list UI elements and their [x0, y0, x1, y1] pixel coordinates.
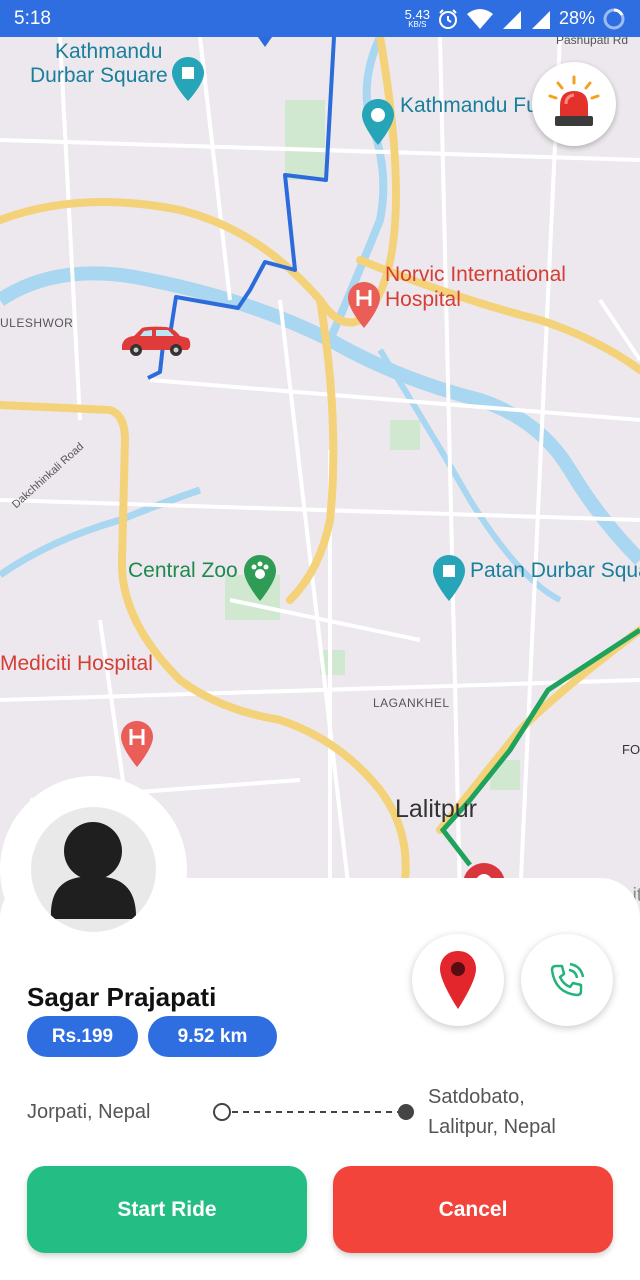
label-lagankhel: LAGANKHEL — [373, 696, 450, 710]
zoo-pin-icon — [244, 555, 276, 601]
label-norvic-2: Hospital — [385, 288, 461, 311]
battery-percent: 28% — [558, 8, 595, 28]
label-mediciti: Mediciti Hospital — [0, 652, 153, 675]
avatar-container — [0, 776, 187, 963]
driver-name: Sagar Prajapati — [27, 982, 217, 1012]
wifi-icon — [466, 8, 493, 29]
alarm-icon — [438, 8, 457, 29]
dropoff-line-1: Satdobato, — [428, 1086, 525, 1108]
cancel-button[interactable]: Cancel — [333, 1166, 613, 1253]
battery-icon — [603, 8, 625, 29]
label-kaleshwor: ULESHWOR — [0, 316, 74, 330]
route-indicator — [213, 1103, 414, 1121]
landmark-pin-icon-2 — [433, 555, 465, 601]
label-lalitpur: Lalitpur — [395, 795, 477, 823]
dropoff-line-2: Lalitpur, Nepal — [428, 1116, 556, 1138]
signal-icon-2 — [531, 10, 550, 29]
label-patan-durbar: Patan Durbar Squa — [470, 559, 640, 582]
label-kathmandu-durbar-2: Durbar Square — [30, 64, 168, 87]
fare-badge: Rs.199 — [27, 1016, 138, 1057]
location-pin-icon — [440, 951, 476, 1009]
label-norvic-1: Norvic International — [385, 263, 566, 286]
phone-call-icon — [550, 962, 585, 997]
avatar — [31, 807, 156, 932]
label-pashupati-rd: Pashupati Rd — [556, 37, 629, 47]
status-bar: 5:18 5.43 KB/S 28% — [0, 0, 640, 37]
location-button[interactable] — [412, 934, 504, 1026]
person-icon — [50, 822, 137, 919]
distance-badge: 9.52 km — [148, 1016, 277, 1057]
start-ride-button[interactable]: Start Ride — [27, 1166, 307, 1253]
label-kathmandu-durbar-1: Kathmandu — [55, 40, 163, 63]
dropoff-location: Satdobato, Lalitpur, Nepal — [428, 1082, 618, 1142]
hospital-pin-icon-2 — [121, 721, 153, 767]
siren-button[interactable] — [532, 62, 616, 146]
hospital-pin-icon — [348, 282, 380, 328]
pickup-location: Jorpati, Nepal — [27, 1101, 151, 1123]
network-speed: 5.43 KB/S — [404, 7, 430, 29]
museum-pin-icon — [362, 99, 394, 145]
car-icon — [122, 326, 191, 356]
label-fo: FO — [622, 742, 640, 757]
status-time: 5:18 — [14, 7, 51, 29]
label-central-zoo: Central Zoo — [128, 559, 238, 582]
label-kathmandu-fun: Kathmandu Fu — [400, 94, 538, 117]
signal-icon — [502, 10, 521, 29]
landmark-pin-icon — [172, 57, 204, 101]
siren-icon — [548, 75, 600, 126]
call-button[interactable] — [521, 934, 613, 1026]
